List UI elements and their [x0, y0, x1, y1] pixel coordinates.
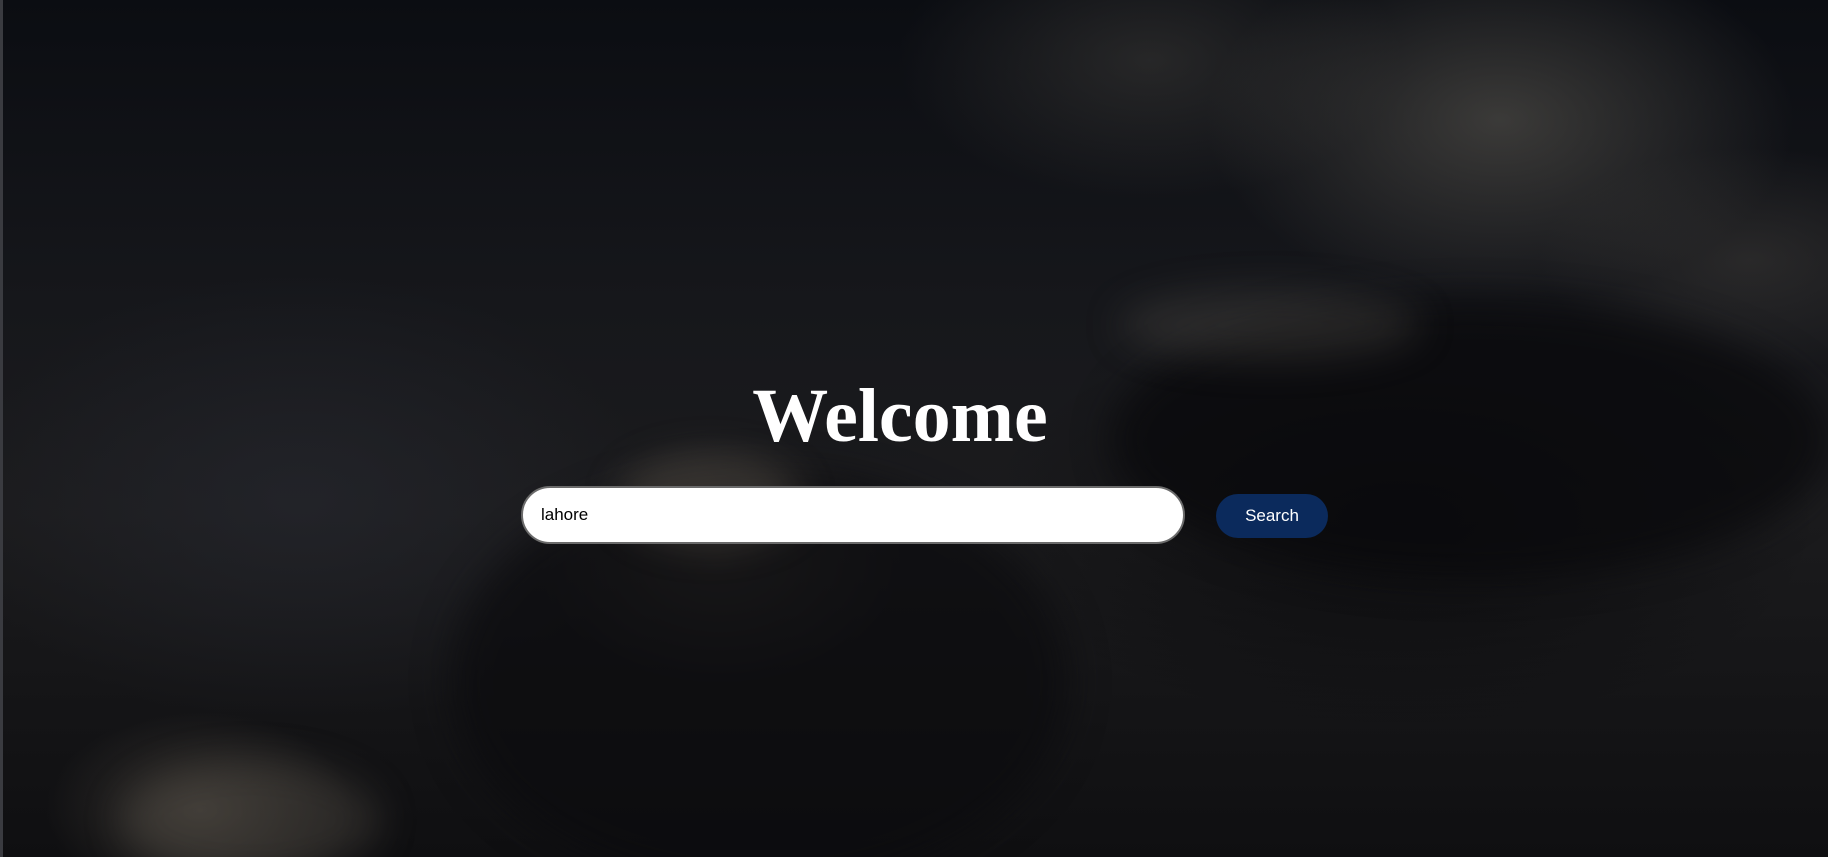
page-background: Welcome Search	[0, 0, 1828, 857]
search-form: Search	[521, 486, 1331, 546]
search-button[interactable]: Search	[1216, 494, 1328, 538]
hero-section: Welcome Search	[0, 0, 1828, 857]
page-title: Welcome	[752, 374, 1048, 458]
search-input[interactable]	[521, 486, 1185, 544]
